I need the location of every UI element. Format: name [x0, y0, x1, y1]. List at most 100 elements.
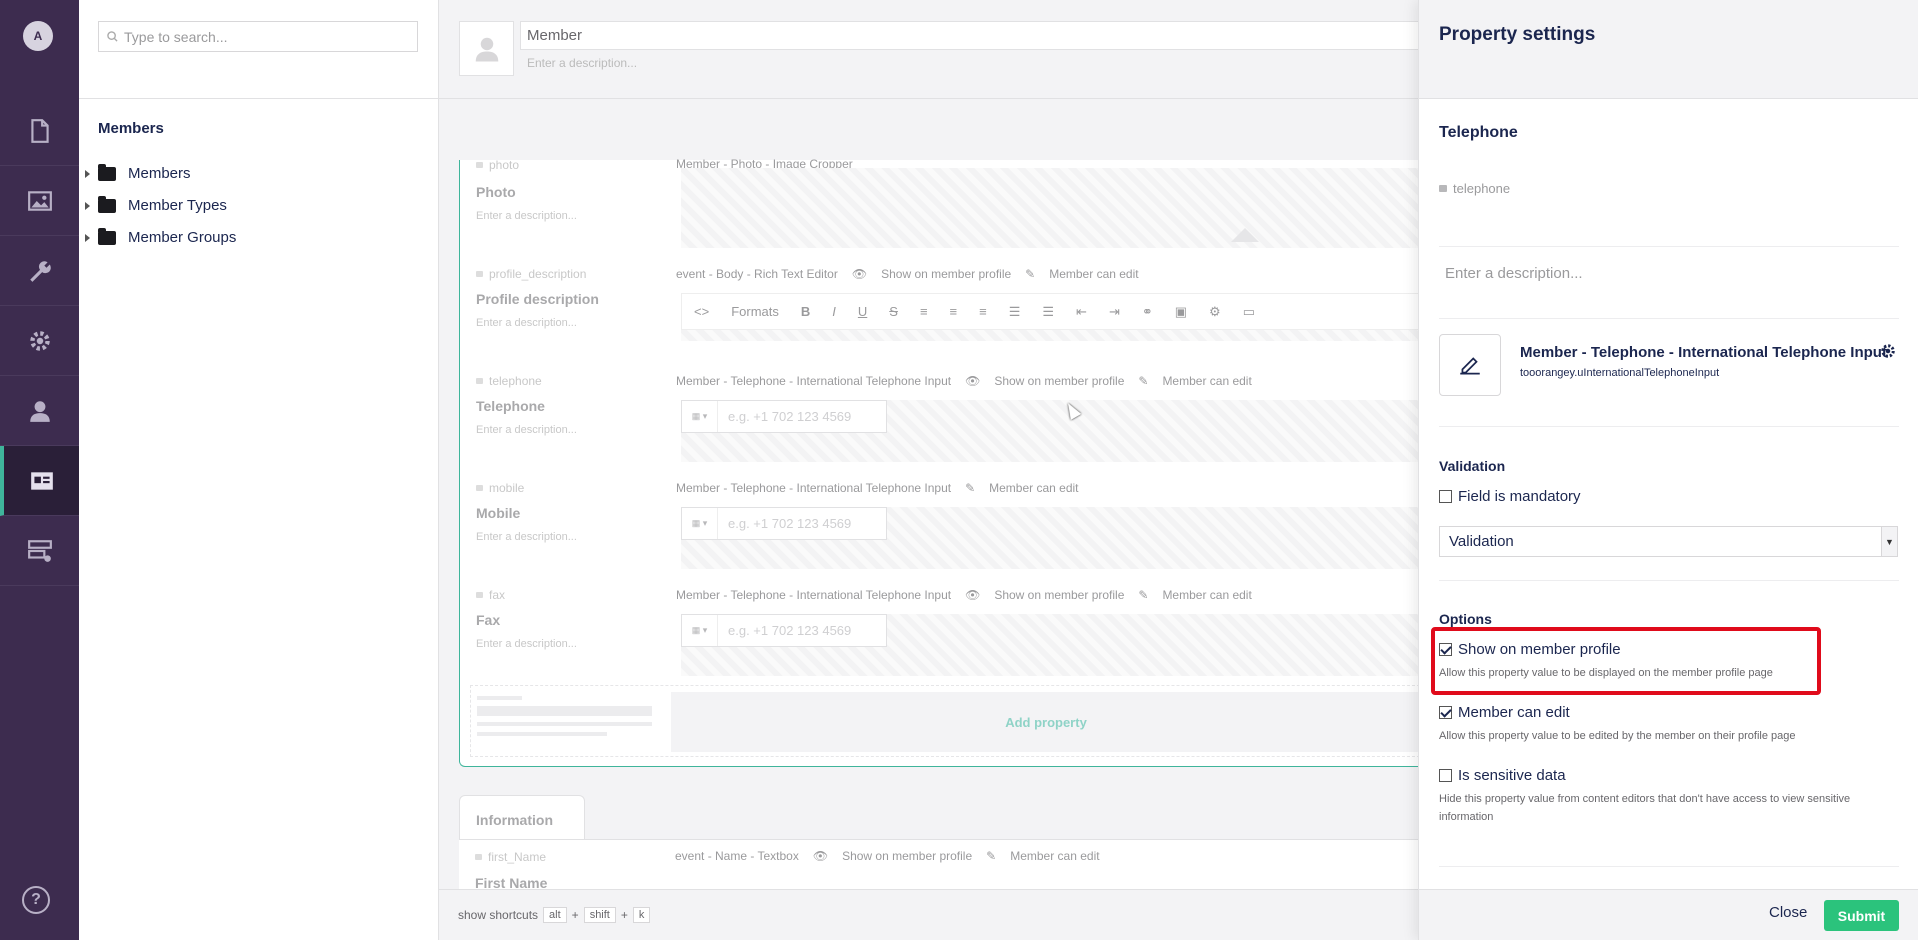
formats-dropdown: Formats [731, 304, 779, 319]
image-icon: ▣ [1174, 303, 1188, 319]
members-section-button[interactable] [0, 446, 79, 516]
property-preview: ▦ ▾ e.g. +1 702 123 4569 [681, 614, 1420, 676]
member-type-icon-picker[interactable] [459, 21, 514, 76]
property-description: Enter a description... [476, 317, 577, 329]
close-button[interactable]: Close [1769, 904, 1807, 921]
shortcut-key: alt [543, 907, 567, 923]
forms-icon [27, 539, 52, 562]
tab-information[interactable]: Information [459, 795, 585, 840]
rte-preview: <> Formats B I U S ≡ ≡ ≡ ☰ ☰ ⇤ ⇥ ⚭ ▣ ⚙ ▭ [681, 293, 1420, 341]
eye-icon: 👁 [812, 849, 829, 863]
packages-section-button[interactable] [0, 306, 79, 376]
bold-icon: B [800, 304, 811, 319]
edit-icon: ✎ [1138, 374, 1149, 388]
property-editor-name[interactable]: Member - Telephone - International Telep… [1520, 344, 1887, 361]
shortcut-key: k [632, 907, 651, 923]
tree-search-box[interactable] [98, 21, 418, 52]
align-left-icon: ≡ [919, 304, 928, 319]
link-icon: ⚭ [1141, 303, 1153, 319]
eye-icon: 👁 [965, 374, 981, 388]
property-alias-field[interactable]: telephone [1439, 181, 1510, 196]
edit-icon: ✎ [986, 849, 997, 863]
image-cropper-preview [681, 168, 1420, 248]
underline-icon: U [857, 304, 868, 319]
italic-icon: I [832, 304, 836, 319]
member-type-editor: Member Enter a description... photo Phot… [439, 0, 1421, 940]
member-type-description-input[interactable]: Enter a description... [527, 56, 637, 70]
rte-toolbar: <> Formats B I U S ≡ ≡ ≡ ☰ ☰ ⇤ ⇥ ⚭ ▣ ⚙ ▭ [681, 293, 1420, 330]
show-shortcuts-link[interactable]: show shortcuts [458, 908, 538, 922]
align-center-icon: ≡ [949, 304, 958, 319]
folder-icon [98, 227, 116, 245]
macro-icon: ⚙ [1209, 303, 1221, 319]
section-rail: A ? [0, 0, 79, 940]
property-meta: Member - Telephone - International Telep… [676, 374, 1252, 388]
is-sensitive-data-checkbox[interactable]: Is sensitive data [1439, 767, 1566, 784]
property-placeholder [477, 696, 657, 746]
plus-sign: + [571, 908, 579, 922]
member-can-edit-checkbox[interactable]: Member can edit [1439, 704, 1570, 721]
tree-divider [79, 98, 439, 99]
property-label: Fax [476, 612, 501, 628]
is-sensitive-data-help: Hide this property value from content ed… [1439, 793, 1851, 823]
uk-flag-icon: ▦ ▾ [682, 615, 718, 646]
lock-icon [476, 271, 483, 277]
folder-icon [98, 195, 116, 213]
expand-caret-icon[interactable] [85, 233, 90, 242]
checkbox[interactable] [1439, 769, 1452, 782]
lock-icon[interactable] [1439, 185, 1447, 192]
tree-item-members[interactable]: Members [85, 163, 191, 182]
property-preview: ▦ ▾ e.g. +1 702 123 4569 [681, 400, 1420, 462]
settings-section-button[interactable] [0, 236, 79, 306]
tree-search-input[interactable] [124, 28, 404, 45]
field-mandatory-checkbox[interactable]: Field is mandatory [1439, 488, 1581, 505]
telephone-editor-icon [1460, 357, 1480, 375]
tree-item-member-types[interactable]: Member Types [85, 195, 227, 214]
property-alias: mobile [476, 481, 524, 495]
folder-icon [98, 163, 116, 181]
gear-icon[interactable] [1879, 342, 1897, 360]
options-title: Options [1439, 611, 1492, 627]
property-label: Telephone [476, 398, 545, 414]
tree-title: Members [98, 120, 164, 137]
upload-arrow-icon [1231, 228, 1259, 242]
property-description: Enter a description... [476, 210, 577, 222]
media-icon [27, 190, 52, 211]
validation-select[interactable]: Validation ▼ [1439, 526, 1898, 557]
lock-icon [476, 485, 483, 491]
property-name-input[interactable]: Telephone [1439, 124, 1518, 142]
telephone-input-preview: ▦ ▾ e.g. +1 702 123 4569 [681, 400, 887, 433]
bullet-list-icon: ☰ [1008, 303, 1021, 319]
forms-section-button[interactable] [0, 516, 79, 586]
edit-icon: ✎ [965, 481, 976, 495]
tree-item-label: Member Types [128, 197, 227, 214]
property-editor-tile[interactable] [1439, 334, 1501, 396]
add-property-button[interactable]: Add property [671, 692, 1421, 752]
edit-icon: ✎ [1138, 588, 1149, 602]
content-icon [30, 118, 49, 143]
user-avatar[interactable]: A [23, 21, 53, 51]
indent-icon: ⇥ [1108, 303, 1120, 319]
tree-item-label: Member Groups [128, 229, 237, 246]
media-section-button[interactable] [0, 166, 79, 236]
content-section-button[interactable] [0, 96, 79, 166]
expand-caret-icon[interactable] [85, 201, 90, 210]
gear-icon [29, 330, 50, 351]
property-description: Enter a description... [476, 424, 577, 436]
uk-flag-icon: ▦ ▾ [682, 508, 718, 539]
property-description-input[interactable]: Enter a description... [1445, 265, 1583, 282]
expand-caret-icon[interactable] [85, 169, 90, 178]
users-section-button[interactable] [0, 376, 79, 446]
numbered-list-icon: ☰ [1042, 303, 1055, 319]
divider [1439, 318, 1899, 319]
checkbox[interactable] [1439, 706, 1452, 719]
divider [1439, 246, 1899, 247]
tree-item-member-groups[interactable]: Member Groups [85, 227, 237, 246]
submit-button[interactable]: Submit [1824, 900, 1899, 931]
help-icon[interactable]: ? [22, 886, 50, 914]
lock-icon [476, 592, 483, 598]
checkbox[interactable] [1439, 490, 1452, 503]
property-label: Photo [476, 184, 516, 200]
member-type-name-input[interactable]: Member [520, 21, 1419, 50]
property-alias: telephone [476, 374, 542, 388]
